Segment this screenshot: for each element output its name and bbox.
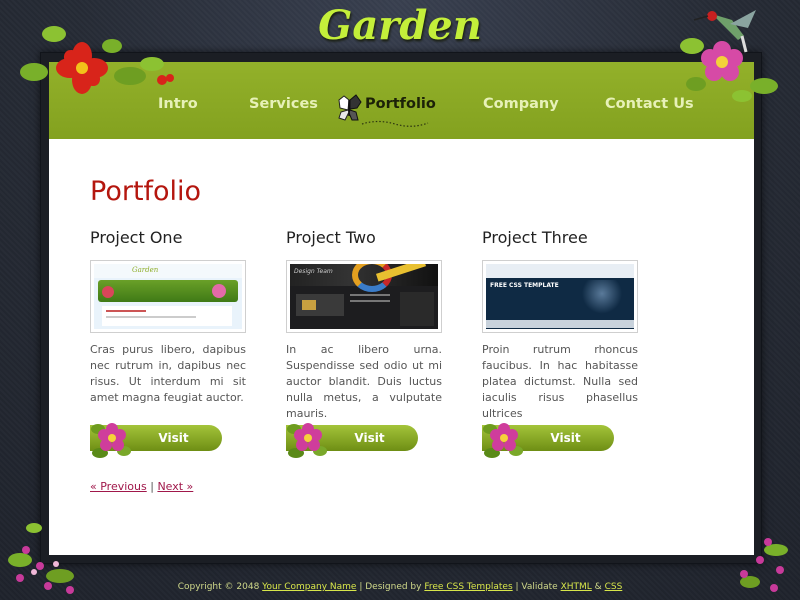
thumb-label: Design Team: [294, 268, 333, 275]
thumb-label: Garden: [132, 266, 159, 274]
project-description: In ac libero urna. Suspendisse sed odio …: [286, 343, 442, 420]
project-description: Proin rutrum rhoncus faucibus. In hac ha…: [482, 343, 638, 420]
flower-decoration: [20, 26, 174, 94]
footer-copyright: Copyright © 2048: [177, 582, 260, 592]
project-title: Project Three: [482, 228, 588, 247]
butterfly-icon: [338, 94, 362, 121]
nav-active-underline: [361, 120, 429, 127]
footer-designer-link[interactable]: Free CSS Templates: [424, 582, 512, 592]
nav-item-company[interactable]: Company: [483, 96, 559, 112]
project-thumbnail[interactable]: Garden: [90, 260, 246, 333]
visit-flower-icon: [91, 423, 131, 458]
project-title: Project Two: [286, 228, 376, 247]
footer-amp: &: [594, 582, 602, 592]
thumb-label: FREE CSS TEMPLATE: [490, 282, 559, 289]
footer: Copyright © 2048 Your Company Name | Des…: [0, 582, 800, 592]
project-title: Project One: [90, 228, 183, 247]
footer-company-link[interactable]: Your Company Name: [262, 582, 356, 592]
hummingbird-icon: [680, 10, 778, 102]
nav-item-services[interactable]: Services: [249, 96, 318, 112]
footer-css-link[interactable]: CSS: [605, 582, 623, 592]
pager-separator: |: [150, 480, 154, 493]
pagination: « Previous | Next »: [90, 480, 193, 493]
footer-designed-by: | Designed by: [359, 582, 422, 592]
project-description: Cras purus libero, dapibus nec rutrum in…: [90, 343, 246, 404]
footer-xhtml-link[interactable]: XHTML: [561, 582, 592, 592]
visit-flower-icon: [483, 423, 523, 458]
nav-item-portfolio[interactable]: Portfolio: [365, 96, 436, 112]
project-thumbnail[interactable]: Design Team: [286, 260, 442, 333]
previous-link[interactable]: « Previous: [90, 480, 147, 493]
visit-flower-icon: [287, 423, 327, 458]
footer-validate: | Validate: [515, 582, 558, 592]
project-thumbnail[interactable]: FREE CSS TEMPLATE: [482, 260, 638, 333]
next-link[interactable]: Next »: [157, 480, 193, 493]
page-title: Portfolio: [90, 176, 202, 207]
